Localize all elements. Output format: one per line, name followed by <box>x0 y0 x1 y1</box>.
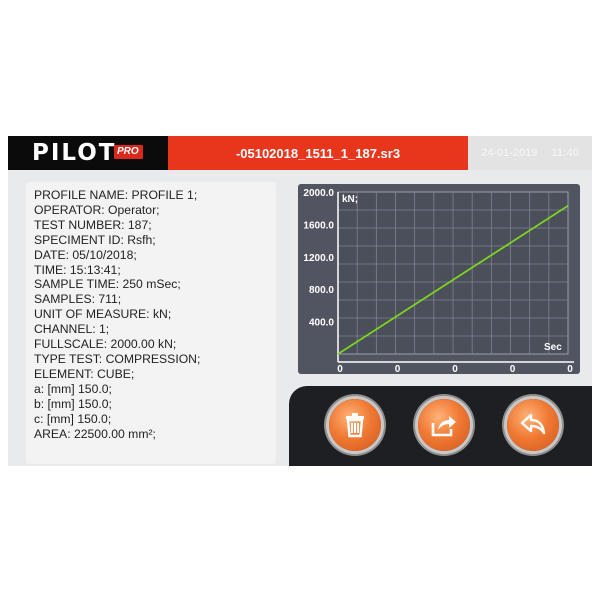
device-screen: PILOT PRO -05102018_1511_1_187.sr3 24-01… <box>8 136 592 466</box>
y-tick-labels: 2000.0 1600.0 1200.0 800.0 400.0 <box>303 188 334 329</box>
info-line: b: [mm] 150.0; <box>34 396 112 411</box>
y-tick-label: 800.0 <box>309 285 334 296</box>
back-button[interactable] <box>507 399 559 451</box>
info-line: a: [mm] 150.0; <box>34 381 112 396</box>
y-tick-label: 1600.0 <box>303 220 334 231</box>
logo-text: PILOT <box>32 140 117 166</box>
y-tick-label: 1200.0 <box>303 253 334 264</box>
current-time: 11:40 <box>551 147 579 159</box>
x-tick-label: 0 <box>337 364 343 374</box>
export-button[interactable] <box>418 399 470 451</box>
info-line: SAMPLES: 711; <box>34 292 122 307</box>
datetime-display: 24-01-2019 11:40 <box>468 136 592 170</box>
delete-button[interactable] <box>329 399 381 451</box>
x-tick-labels: 0 0 0 0 0 <box>337 364 573 374</box>
y-tick-label: 400.0 <box>309 318 334 329</box>
chart-svg: 2000.0 1600.0 1200.0 800.0 400.0 0 0 0 0 0 kN; S… <box>303 188 574 374</box>
x-axis-label: Sec <box>544 342 562 353</box>
info-line: AREA: 22500.00 mm²; <box>34 426 156 441</box>
logo-badge: PRO <box>114 145 143 159</box>
x-tick-label: 0 <box>452 364 458 374</box>
x-tick-label: 0 <box>567 364 573 374</box>
info-line: SPECIMENT ID: Rsfh; <box>34 232 156 247</box>
test-info-panel: PROFILE NAME: PROFILE 1; OPERATOR: Opera… <box>26 182 276 464</box>
file-name-title: -05102018_1511_1_187.sr3 <box>168 136 468 170</box>
info-line: TEST NUMBER: 187; <box>34 217 152 232</box>
file-name: -05102018_1511_1_187.sr3 <box>235 145 401 161</box>
export-icon <box>431 416 456 437</box>
info-line: DATE: 05/10/2018; <box>34 247 137 262</box>
trash-icon <box>346 413 364 438</box>
logo: PILOT PRO <box>8 136 168 170</box>
test-info-list: PROFILE NAME: PROFILE 1; OPERATOR: Opera… <box>34 188 200 441</box>
x-tick-label: 0 <box>395 364 401 374</box>
info-line: ELEMENT: CUBE; <box>34 366 135 381</box>
header-bar: PILOT PRO -05102018_1511_1_187.sr3 24-01… <box>8 136 592 170</box>
info-line: OPERATOR: Operator; <box>34 202 160 217</box>
x-tick-label: 0 <box>510 364 516 374</box>
current-date: 24-01-2019 <box>481 147 538 159</box>
info-line: TIME: 15:13:41; <box>34 262 121 277</box>
y-axis-label: kN; <box>342 194 358 205</box>
info-line: CHANNEL: 1; <box>34 322 110 337</box>
force-chart: 2000.0 1600.0 1200.0 800.0 400.0 0 0 0 0 0 kN; S… <box>298 184 580 374</box>
info-line: UNIT OF MEASURE: kN; <box>34 307 172 322</box>
info-line: TYPE TEST: COMPRESSION; <box>34 351 201 366</box>
y-tick-label: 2000.0 <box>303 188 334 199</box>
info-line: PROFILE NAME: PROFILE 1; <box>34 188 198 202</box>
info-line: FULLSCALE: 2000.00 kN; <box>34 337 177 352</box>
back-arrow-icon <box>520 413 546 435</box>
info-line: SAMPLE TIME: 250 mSec; <box>34 277 181 292</box>
action-button-panel <box>289 386 592 466</box>
info-line: c: [mm] 150.0; <box>34 411 112 426</box>
